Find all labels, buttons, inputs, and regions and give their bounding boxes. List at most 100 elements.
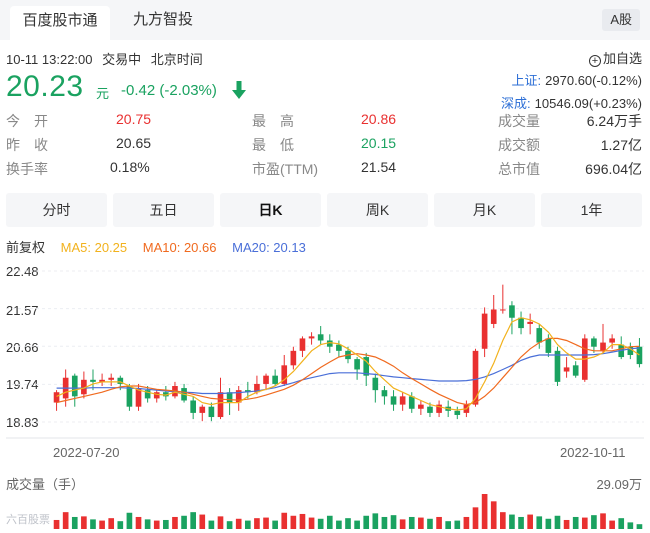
volume-bar: [418, 517, 424, 529]
candle-body: [226, 392, 233, 403]
volume-bar: [208, 520, 215, 529]
volume-bar: [144, 519, 151, 529]
candle-body: [490, 309, 497, 324]
volume-bar: [90, 519, 96, 529]
candle-body: [299, 338, 306, 351]
volume-bar: [518, 516, 524, 529]
volume-bar: [226, 521, 233, 529]
volume-bar: [427, 518, 433, 529]
volume-bar: [235, 518, 242, 529]
volume-bar: [299, 513, 306, 529]
volume-bar: [527, 514, 533, 529]
candle-body: [509, 305, 515, 318]
volume-bar: [600, 513, 606, 529]
volume-bar: [181, 515, 187, 529]
candle-body: [308, 336, 315, 339]
volume-bar: [272, 520, 278, 529]
candle-body: [591, 338, 597, 347]
volume-bar: [554, 515, 561, 529]
volume-bar: [163, 519, 169, 529]
volume-bar: [472, 507, 479, 529]
candle-body: [71, 375, 78, 397]
candle-body: [381, 390, 388, 397]
candle-body: [481, 313, 488, 349]
volume-bar: [572, 516, 579, 529]
volume-bar: [618, 518, 625, 529]
candle-body: [399, 396, 406, 405]
candle-body: [563, 367, 570, 372]
candle-body: [636, 346, 643, 365]
candle-body: [53, 392, 60, 403]
candle-body: [354, 359, 360, 370]
candle-body: [153, 392, 160, 399]
candle-body: [108, 377, 115, 380]
candle-body: [208, 406, 215, 418]
volume-bar: [62, 512, 69, 529]
volume-bar: [399, 519, 406, 529]
ma5-line: [56, 317, 640, 411]
volume-bar: [609, 520, 615, 529]
volume-bar: [190, 512, 196, 529]
volume-bar: [581, 517, 588, 529]
volume-bar: [481, 494, 488, 529]
volume-bar: [390, 515, 397, 529]
volume-bar: [81, 516, 87, 529]
volume-bar: [627, 522, 634, 529]
volume-bar: [135, 516, 142, 529]
candle-body: [572, 365, 579, 376]
candle-body: [290, 350, 297, 366]
volume-bar: [53, 519, 60, 529]
candle-body: [536, 328, 543, 343]
volume-bar: [244, 520, 251, 529]
candle-body: [190, 400, 196, 413]
volume-max-label: 29.09万: [596, 477, 642, 492]
volume-bar: [254, 518, 260, 529]
volume-bar: [500, 512, 506, 529]
volume-bar: [463, 516, 470, 529]
candle-body: [609, 338, 615, 343]
volume-bar: [454, 520, 461, 529]
candle-body: [126, 386, 133, 407]
volume-bar: [281, 512, 288, 529]
candle-body: [390, 396, 397, 405]
candle-body: [263, 375, 269, 384]
volume-bar: [108, 518, 115, 529]
candle-body: [217, 392, 224, 418]
volume-bar: [381, 516, 388, 529]
volume-bar: [509, 514, 515, 529]
volume-bar: [317, 518, 324, 529]
volume-bar: [199, 514, 206, 529]
volume-bar: [99, 520, 105, 529]
volume-bar: [263, 517, 269, 529]
volume-bar: [408, 516, 415, 529]
volume-bar: [71, 516, 78, 529]
candle-body: [472, 350, 479, 405]
candle-body: [317, 334, 324, 341]
volume-bar: [126, 512, 133, 529]
candle-body: [90, 379, 96, 382]
volume-bar: [445, 521, 452, 529]
volume-bar: [308, 517, 315, 529]
volume-bar: [636, 524, 643, 529]
volume-bar: [372, 513, 379, 529]
volume-bar: [336, 520, 342, 529]
candle-body: [454, 410, 461, 415]
volume-bar: [436, 516, 442, 529]
volume-bar: [545, 518, 552, 529]
candle-body: [372, 377, 379, 391]
candle-body: [600, 342, 606, 351]
volume-bar: [591, 515, 597, 529]
kline-chart[interactable]: [0, 0, 650, 533]
candle-body: [545, 338, 552, 353]
volume-bar: [563, 519, 570, 529]
volume-bar: [117, 521, 124, 529]
volume-bar: [490, 501, 497, 529]
volume-bar: [363, 515, 370, 529]
watermark: 六百股票: [6, 514, 50, 526]
volume-chart-label: 成交量（手）: [6, 477, 85, 492]
candle-body: [408, 396, 415, 409]
volume-bar: [172, 516, 178, 529]
candle-body: [427, 406, 433, 413]
volume-bar: [345, 518, 351, 529]
candle-body: [527, 321, 533, 324]
